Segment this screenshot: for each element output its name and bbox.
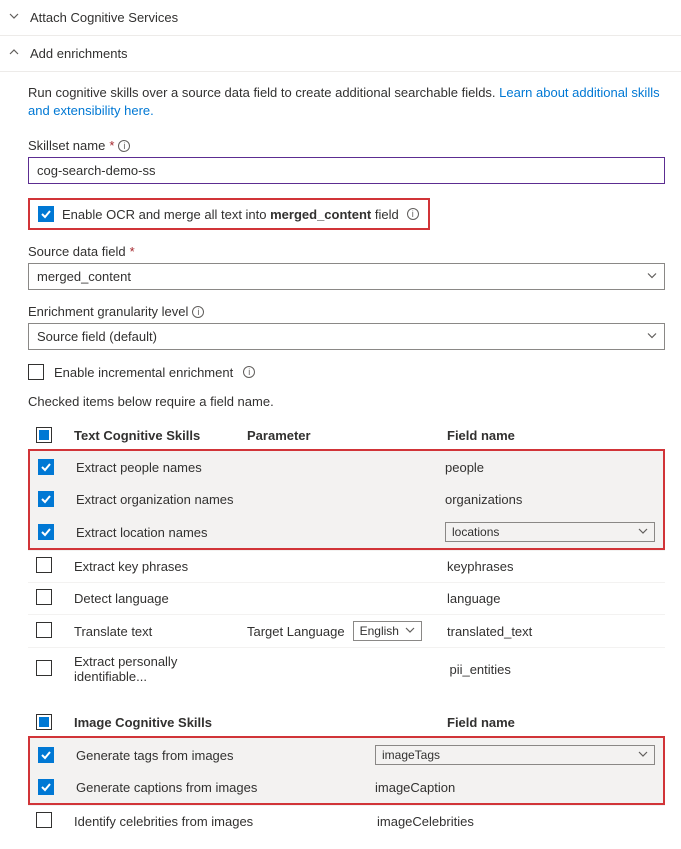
skill-label: Extract location names [72,525,245,540]
table-row[interactable]: Translate text Target Language English t… [28,614,665,647]
enrich-description: Run cognitive skills over a source data … [28,84,665,120]
skill-label: Extract organization names [72,492,245,507]
skill-label: Extract key phrases [70,559,247,574]
skill-checkbox[interactable] [36,589,52,605]
image-skills-table: Image Cognitive Skills Field name Genera… [28,708,665,837]
skill-checkbox[interactable] [36,660,52,676]
skill-fieldname: people [445,460,655,475]
skill-label: Generate tags from images [72,748,315,763]
fieldname-dropdown[interactable]: locations [445,522,655,542]
text-skills-table: Text Cognitive Skills Parameter Field na… [28,421,665,690]
table-row[interactable]: Extract key phrases keyphrases [28,550,665,582]
info-icon[interactable]: i [192,306,204,318]
skill-label: Extract personally identifiable... [70,654,252,684]
image-skills-highlight: Generate tags from images imageTags Gene… [28,736,665,805]
skill-checkbox[interactable] [36,812,52,828]
fieldname-dropdown[interactable]: imageTags [375,745,655,765]
section-title: Attach Cognitive Services [30,10,178,25]
chevron-down-icon [638,525,648,539]
required-asterisk: * [130,244,135,259]
chevron-up-icon [8,47,20,60]
skill-fieldname: imageCelebrities [377,814,657,829]
skill-fieldname: organizations [445,492,655,507]
skill-label: Extract people names [72,460,245,475]
text-skills-header-param: Parameter [247,428,447,443]
table-row[interactable]: Extract people names people [30,451,663,483]
image-skills-selectall-checkbox[interactable] [36,714,52,730]
skill-label: Identify celebrities from images [70,814,317,829]
table-row[interactable]: Extract organization names organizations [30,483,663,515]
text-skills-selectall-checkbox[interactable] [36,427,52,443]
skill-checkbox[interactable] [36,557,52,573]
info-icon[interactable]: i [407,208,419,220]
table-row[interactable]: Generate tags from images imageTags [30,738,663,771]
image-skills-header-field: Field name [447,715,657,730]
skillset-name-input[interactable] [28,157,665,184]
table-row[interactable]: Extract location names locations [30,515,663,548]
checked-items-hint: Checked items below require a field name… [28,394,665,409]
table-row[interactable]: Extract personally identifiable... pii_e… [28,647,665,690]
required-asterisk: * [109,138,114,153]
granularity-select[interactable]: Source field (default) [28,323,665,350]
skill-label: Generate captions from images [72,780,315,795]
target-language-dropdown[interactable]: English [353,621,422,641]
info-icon[interactable]: i [243,366,255,378]
param-value: English [360,624,399,638]
enable-ocr-checkbox[interactable] [38,206,54,222]
enrich-desc-text: Run cognitive skills over a source data … [28,85,499,100]
source-data-field-label: Source data field * [28,244,665,259]
fieldname-value: imageTags [382,748,440,762]
param-label: Target Language [247,624,345,639]
skill-label: Detect language [70,591,247,606]
text-skills-header-field: Field name [447,428,657,443]
skill-fieldname: keyphrases [447,559,657,574]
skill-fieldname: pii_entities [449,662,657,677]
granularity-label: Enrichment granularity level i [28,304,665,319]
skill-label: Translate text [70,624,247,639]
enable-ocr-label: Enable OCR and merge all text into merge… [62,207,399,222]
chevron-down-icon [638,748,648,762]
text-skills-highlight: Extract people names people Extract orga… [28,449,665,550]
text-skills-header-skill: Text Cognitive Skills [70,428,247,443]
source-data-field-select[interactable]: merged_content [28,263,665,290]
table-row[interactable]: Detect language language [28,582,665,614]
skill-checkbox[interactable] [38,524,54,540]
skill-checkbox[interactable] [38,779,54,795]
ocr-highlight-box: Enable OCR and merge all text into merge… [28,198,430,230]
table-row[interactable]: Identify celebrities from images imageCe… [28,805,665,837]
section-attach-cogsvc[interactable]: Attach Cognitive Services [0,0,681,36]
info-icon[interactable]: i [118,140,130,152]
section-add-enrichments[interactable]: Add enrichments [0,36,681,72]
skill-checkbox[interactable] [36,622,52,638]
section-title: Add enrichments [30,46,128,61]
chevron-down-icon [8,11,20,24]
skill-checkbox[interactable] [38,747,54,763]
skill-checkbox[interactable] [38,459,54,475]
table-row[interactable]: Generate captions from images imageCapti… [30,771,663,803]
image-skills-header-skill: Image Cognitive Skills [70,715,317,730]
skill-checkbox[interactable] [38,491,54,507]
incremental-enrichment-label: Enable incremental enrichment [54,365,233,380]
skill-fieldname: language [447,591,657,606]
skillset-name-label: Skillset name * i [28,138,665,153]
skill-fieldname: imageCaption [375,780,655,795]
fieldname-value: locations [452,525,499,539]
chevron-down-icon [405,624,415,638]
incremental-enrichment-checkbox[interactable] [28,364,44,380]
skill-fieldname: translated_text [447,624,657,639]
